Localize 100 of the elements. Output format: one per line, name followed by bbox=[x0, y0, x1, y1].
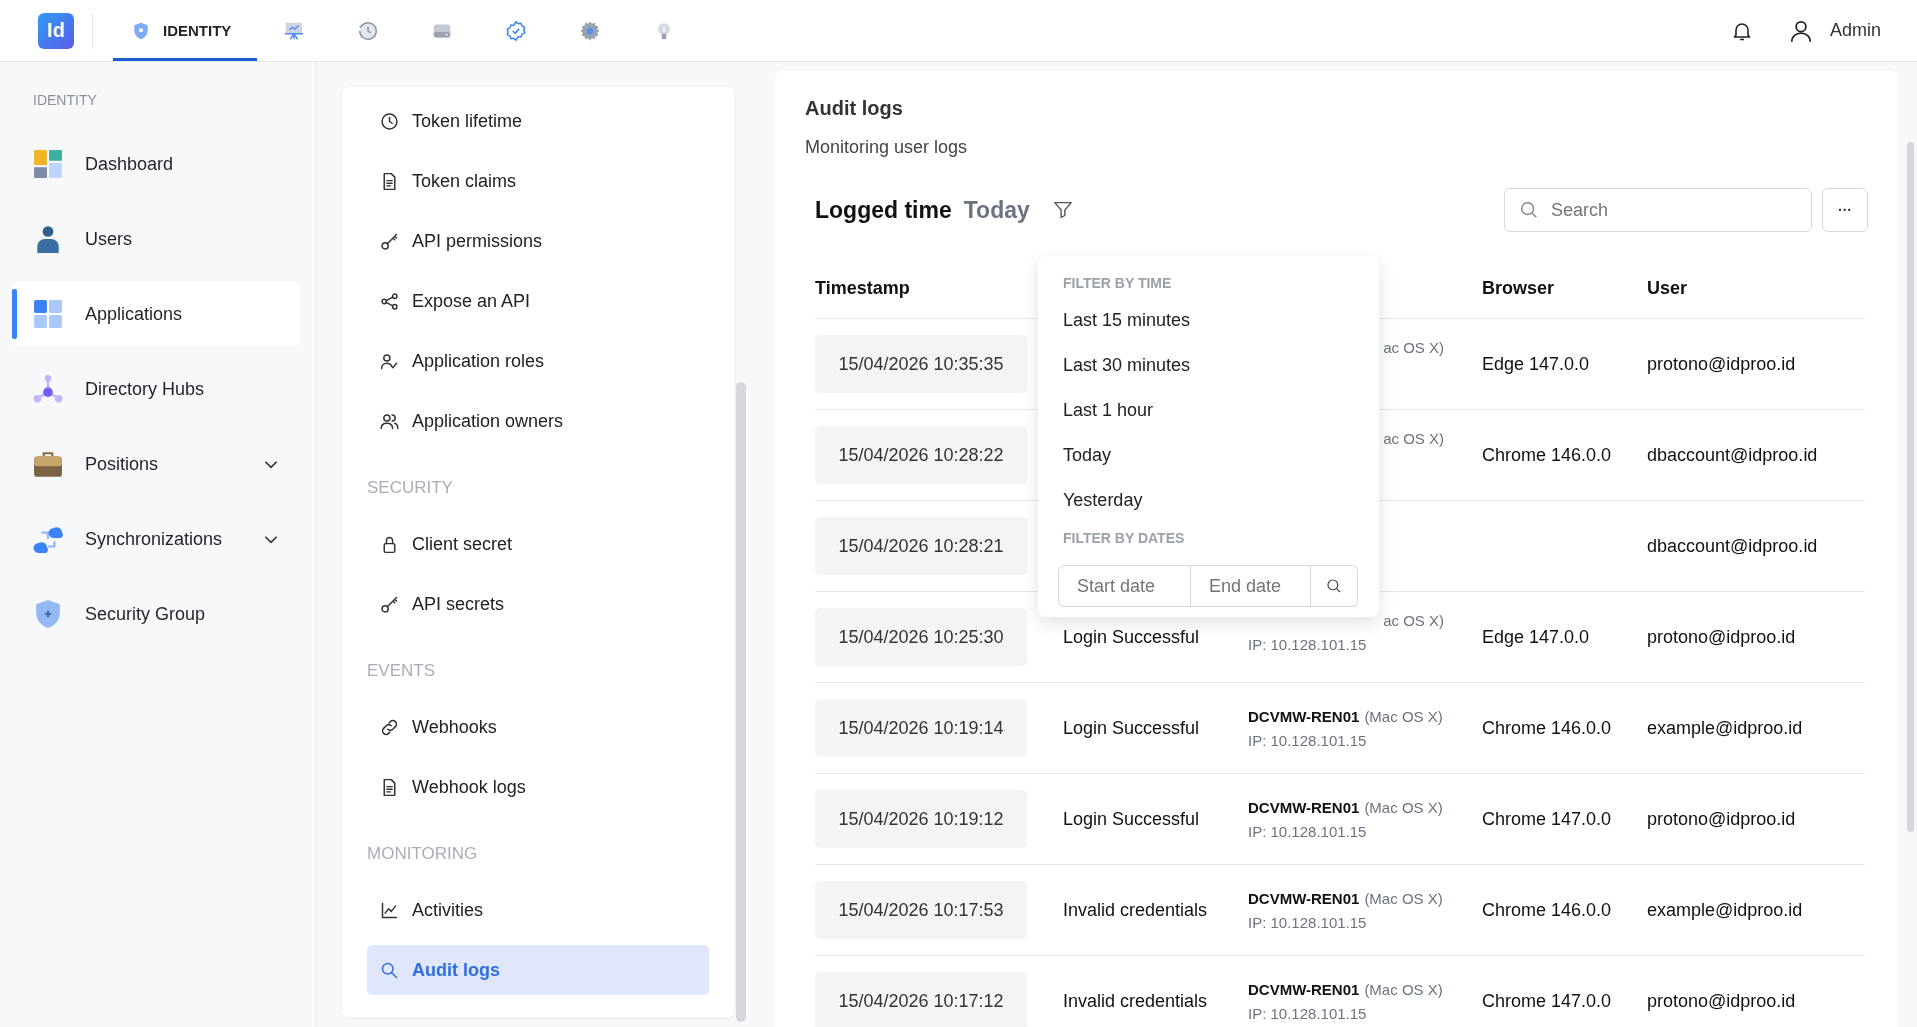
ip-address: IP: 10.128.101.15 bbox=[1248, 1004, 1368, 1022]
app-logo[interactable]: Id bbox=[38, 12, 74, 49]
filter-value[interactable]: Today bbox=[963, 196, 1030, 224]
sidebar-item[interactable]: Users bbox=[12, 207, 300, 271]
ip-address: IP: 10.128.101.15 bbox=[1248, 913, 1368, 931]
device-os: (Mac OS X) bbox=[1364, 707, 1443, 725]
ip-address: IP: 10.128.101.15 bbox=[1248, 822, 1368, 840]
cloud-sync-icon bbox=[33, 524, 63, 554]
submenu-item[interactable]: Webhooks bbox=[367, 702, 709, 752]
search-field[interactable]: Search bbox=[1504, 188, 1812, 232]
start-date-field[interactable]: Start date bbox=[1058, 565, 1191, 607]
submenu-item[interactable]: Expose an API bbox=[367, 276, 709, 326]
user-name[interactable]: Admin bbox=[1829, 20, 1881, 41]
section-heading: EVENTS bbox=[367, 660, 437, 682]
event-cell: Invalid credentials bbox=[1063, 990, 1208, 1011]
history-icon bbox=[357, 19, 380, 42]
submenu-item[interactable]: Application roles bbox=[367, 336, 709, 386]
timestamp-chip: 15/04/2026 10:28:21 bbox=[815, 517, 1027, 575]
device-os: ac OS X) bbox=[1383, 612, 1444, 629]
search-icon bbox=[1325, 577, 1343, 595]
identity-tab[interactable]: IDENTITY bbox=[113, 3, 258, 61]
sidebar-item[interactable]: Dashboard bbox=[12, 132, 300, 196]
event-cell: Login Successful bbox=[1063, 808, 1200, 829]
ip-address: IP: 10.128.101.15 bbox=[1248, 636, 1367, 653]
sidebar-item[interactable]: Synchronizations bbox=[12, 507, 300, 571]
share-icon bbox=[379, 290, 400, 312]
date-search-button[interactable] bbox=[1311, 565, 1358, 607]
device-os: ac OS X) bbox=[1383, 430, 1444, 447]
user-cell: protono@idproo.id bbox=[1647, 353, 1796, 374]
event-cell: Login Successful bbox=[1063, 626, 1200, 647]
timestamp-chip: 15/04/2026 10:19:14 bbox=[815, 699, 1027, 757]
page-subtitle: Monitoring user logs bbox=[805, 137, 969, 158]
more-options-button[interactable]: ··· bbox=[1822, 188, 1868, 232]
network-nodes-icon bbox=[33, 374, 63, 404]
filter-label: Logged time bbox=[815, 196, 952, 224]
shield-icon bbox=[33, 599, 63, 629]
browser-cell: Chrome 146.0.0 bbox=[1482, 444, 1612, 465]
timestamp-chip: 15/04/2026 10:17:53 bbox=[815, 881, 1027, 939]
device-name: DCVMW-REN01 bbox=[1248, 798, 1360, 816]
sidebar-item[interactable]: Directory Hubs bbox=[12, 357, 300, 421]
submenu-item[interactable]: Token claims bbox=[367, 156, 709, 206]
user-cell: protono@idproo.id bbox=[1647, 990, 1796, 1011]
submenu-item[interactable]: Webhook logs bbox=[367, 762, 709, 812]
dropdown-option[interactable]: Today bbox=[1063, 433, 1359, 478]
submenu-item[interactable]: Activities bbox=[367, 885, 709, 935]
sidebar-item[interactable]: Positions bbox=[12, 432, 300, 496]
scrollbar-thumb[interactable] bbox=[736, 382, 746, 1022]
event-cell: Login Successful bbox=[1063, 717, 1200, 738]
submenu-item[interactable]: API permissions bbox=[367, 216, 709, 266]
browser-cell: Edge 147.0.0 bbox=[1482, 353, 1590, 374]
timestamp-chip: 15/04/2026 10:35:35 bbox=[815, 335, 1027, 393]
user-cell: dbaccount@idproo.id bbox=[1647, 444, 1818, 465]
section-heading: MONITORING bbox=[367, 843, 479, 865]
submenu-item[interactable]: Application owners bbox=[367, 396, 709, 446]
dropdown-option[interactable]: Last 15 minutes bbox=[1063, 298, 1359, 343]
device-os: (Mac OS X) bbox=[1364, 980, 1443, 998]
submenu-item[interactable]: Audit logs bbox=[367, 945, 709, 995]
device-os: (Mac OS X) bbox=[1364, 889, 1443, 907]
clock-icon bbox=[379, 110, 400, 132]
submenu-item[interactable]: Client secret bbox=[367, 519, 709, 569]
column-header: User bbox=[1647, 277, 1689, 299]
dashboard-icon bbox=[33, 149, 63, 179]
browser-cell: Chrome 146.0.0 bbox=[1482, 899, 1612, 920]
sidebar-heading: IDENTITY bbox=[33, 92, 98, 108]
submenu-item[interactable]: Token lifetime bbox=[367, 96, 709, 146]
badge-check-icon bbox=[505, 19, 528, 42]
grid-icon bbox=[33, 299, 63, 329]
filter-icon[interactable] bbox=[1051, 199, 1074, 221]
end-date-field[interactable]: End date bbox=[1191, 565, 1311, 607]
gear-icon bbox=[579, 19, 602, 42]
dropdown-option[interactable]: Yesterday bbox=[1063, 478, 1359, 523]
event-cell: Invalid credentials bbox=[1063, 899, 1208, 920]
page-title: Audit logs bbox=[805, 97, 904, 120]
dropdown-option[interactable]: Last 1 hour bbox=[1063, 388, 1359, 433]
column-header: Browser bbox=[1482, 277, 1556, 299]
timestamp-chip: 15/04/2026 10:28:22 bbox=[815, 426, 1027, 484]
column-header: Timestamp bbox=[815, 277, 911, 299]
device-name: DCVMW-REN01 bbox=[1248, 707, 1360, 725]
section-heading: SECURITY bbox=[367, 477, 454, 499]
search-icon bbox=[1518, 199, 1540, 221]
dropdown-heading: FILTER BY TIME bbox=[1063, 274, 1173, 293]
submenu-item[interactable]: API secrets bbox=[367, 579, 709, 629]
user-cell: protono@idproo.id bbox=[1647, 626, 1796, 647]
dropdown-option[interactable]: Last 30 minutes bbox=[1063, 343, 1359, 388]
dropdown-heading: FILTER BY DATES bbox=[1063, 529, 1186, 548]
user-cell: example@idproo.id bbox=[1647, 717, 1803, 738]
device-name: DCVMW-REN01 bbox=[1248, 889, 1360, 907]
browser-cell: Chrome 147.0.0 bbox=[1482, 808, 1612, 829]
sidebar-item[interactable]: Applications bbox=[12, 282, 300, 346]
device-os: ac OS X) bbox=[1383, 339, 1444, 356]
shield-icon bbox=[131, 20, 151, 41]
device-os: (Mac OS X) bbox=[1364, 798, 1443, 816]
timestamp-chip: 15/04/2026 10:19:12 bbox=[815, 790, 1027, 848]
sidebar-item[interactable]: Security Group bbox=[12, 582, 300, 646]
user-cell: dbaccount@idproo.id bbox=[1647, 535, 1818, 556]
user-cell: example@idproo.id bbox=[1647, 899, 1803, 920]
ip-address: IP: 10.128.101.15 bbox=[1248, 731, 1368, 749]
timestamp-chip: 15/04/2026 10:25:30 bbox=[815, 608, 1027, 666]
timestamp-chip: 15/04/2026 10:17:12 bbox=[815, 972, 1027, 1027]
scrollbar-thumb[interactable] bbox=[1907, 142, 1914, 832]
